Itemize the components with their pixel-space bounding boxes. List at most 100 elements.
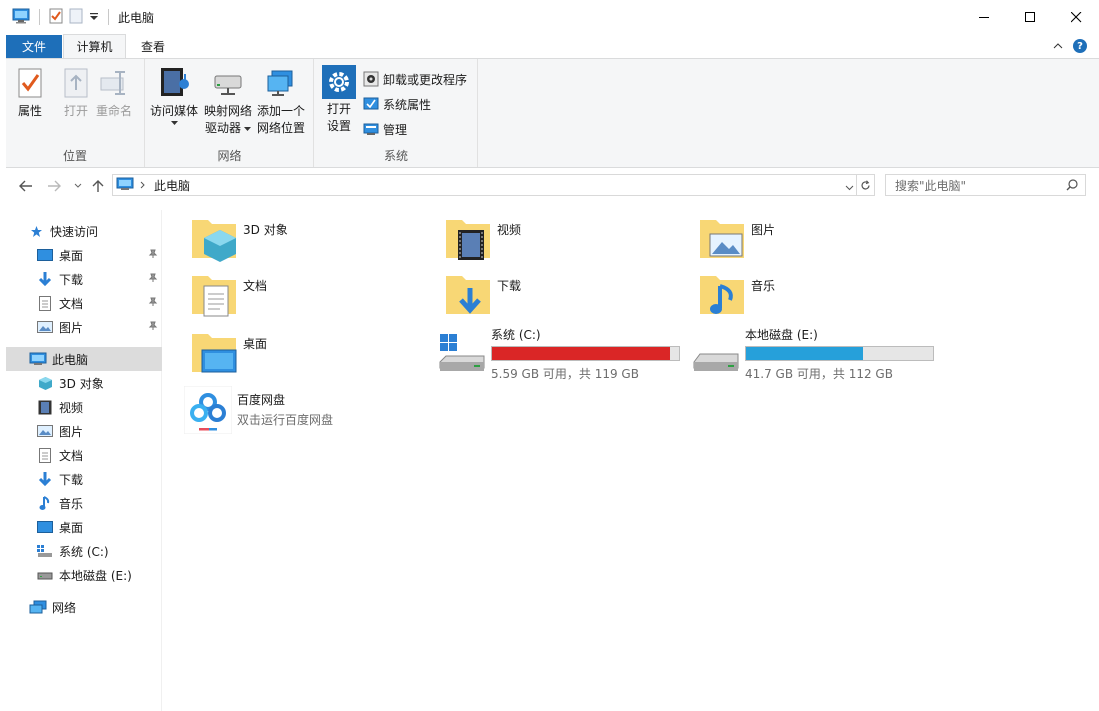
pin-icon[interactable] bbox=[148, 272, 158, 286]
properties-quick-icon[interactable] bbox=[49, 8, 63, 27]
sidebar-item-label: 此电脑 bbox=[52, 352, 89, 367]
tab-view[interactable]: 查看 bbox=[130, 35, 176, 58]
download-arrow-icon bbox=[37, 471, 53, 487]
document-icon bbox=[37, 447, 53, 463]
location-group-label: 位置 bbox=[62, 149, 87, 163]
pin-icon[interactable] bbox=[148, 296, 158, 310]
sidebar-item-label: 文档 bbox=[59, 448, 84, 463]
window-title: 此电脑 bbox=[118, 10, 155, 25]
folder-tile-music[interactable]: 音乐 bbox=[698, 270, 775, 318]
sidebar-item-quick-documents[interactable]: 文档 bbox=[6, 291, 162, 315]
tab-file[interactable]: 文件 bbox=[6, 35, 62, 58]
sidebar-item-label: 文档 bbox=[59, 296, 84, 311]
system-properties-label: 系统属性 bbox=[383, 97, 432, 112]
drive-tile-c[interactable]: 系统 (C:) 5.59 GB 可用，共 119 GB bbox=[438, 326, 680, 382]
sidebar-item-network[interactable]: 网络 bbox=[6, 595, 162, 619]
quick-access-toolbar bbox=[0, 0, 112, 34]
rename-button[interactable]: 重命名 bbox=[96, 65, 132, 120]
settings-gear-icon bbox=[322, 65, 356, 99]
maximize-icon[interactable] bbox=[1007, 0, 1053, 34]
address-bar[interactable]: 此电脑 bbox=[112, 174, 875, 196]
back-arrow-icon[interactable] bbox=[18, 178, 34, 194]
title-bar: 此电脑 bbox=[0, 0, 1099, 34]
minimize-icon[interactable] bbox=[961, 0, 1007, 34]
sidebar-item-pictures[interactable]: 图片 bbox=[6, 419, 162, 443]
pictures-icon bbox=[37, 319, 53, 335]
sidebar-item-3d-objects[interactable]: 3D 对象 bbox=[6, 371, 162, 395]
address-dropdown-icon[interactable] bbox=[845, 180, 854, 194]
folder-tile-3d-objects[interactable]: 3D 对象 bbox=[190, 214, 288, 262]
sidebar-item-drive-e[interactable]: 本地磁盘 (E:) bbox=[6, 563, 162, 587]
sidebar-item-label: 本地磁盘 (E:) bbox=[59, 568, 132, 583]
help-icon[interactable]: ? bbox=[1073, 39, 1087, 53]
downloads-folder-icon bbox=[446, 276, 490, 314]
search-input[interactable]: 搜索"此电脑" bbox=[885, 174, 1086, 196]
tab-computer[interactable]: 计算机 bbox=[63, 34, 126, 58]
system-properties-button[interactable]: 系统属性 bbox=[363, 94, 431, 114]
access-media-label: 访问媒体 bbox=[150, 104, 199, 118]
sidebar-item-quick-downloads[interactable]: 下载 bbox=[6, 267, 162, 291]
rename-label: 重命名 bbox=[96, 104, 133, 118]
rename-icon bbox=[96, 65, 132, 101]
properties-icon bbox=[12, 65, 48, 101]
sidebar-item-this-pc[interactable]: 此电脑 bbox=[6, 347, 162, 371]
drive-usage-fill bbox=[746, 347, 864, 360]
toolbar-separator bbox=[39, 9, 40, 25]
navigation-bar: 此电脑 搜索"此电脑" bbox=[0, 172, 1099, 200]
sidebar-item-quick-desktop[interactable]: 桌面 bbox=[6, 243, 162, 267]
add-network-location-button[interactable]: 添加一个 网络位置 bbox=[257, 65, 305, 137]
folder-label: 音乐 bbox=[751, 279, 776, 293]
sidebar-item-quick-pictures[interactable]: 图片 bbox=[6, 315, 162, 339]
sidebar-item-music[interactable]: 音乐 bbox=[6, 491, 162, 515]
search-icon[interactable] bbox=[1066, 179, 1078, 194]
forward-arrow-icon[interactable] bbox=[46, 178, 62, 194]
app-tile-baidu-netdisk[interactable]: 百度网盘 双击运行百度网盘 bbox=[184, 386, 333, 434]
folder-tile-downloads[interactable]: 下载 bbox=[444, 270, 521, 318]
system-group: 打开 设置 卸载或更改程序 系统属性 管理 系统 bbox=[315, 59, 478, 167]
3d-cube-icon bbox=[37, 375, 53, 391]
this-pc-icon bbox=[116, 177, 134, 194]
hard-drive-icon bbox=[693, 353, 739, 371]
up-arrow-icon[interactable] bbox=[90, 178, 106, 194]
sidebar-item-desktop[interactable]: 桌面 bbox=[6, 515, 162, 539]
pin-icon[interactable] bbox=[148, 248, 158, 262]
sidebar-item-quick-access[interactable]: 快速访问 bbox=[6, 219, 162, 243]
sidebar-item-label: 下载 bbox=[59, 472, 84, 487]
folder-tile-pictures[interactable]: 图片 bbox=[698, 214, 775, 262]
uninstall-programs-button[interactable]: 卸载或更改程序 bbox=[363, 69, 467, 89]
new-folder-quick-icon[interactable] bbox=[69, 8, 83, 27]
recent-locations-chevron-icon[interactable] bbox=[70, 178, 86, 194]
access-media-button[interactable]: 访问媒体 bbox=[150, 65, 198, 125]
sidebar-item-label: 图片 bbox=[59, 320, 84, 335]
breadcrumb-chevron-icon[interactable] bbox=[140, 178, 146, 192]
properties-button[interactable]: 属性 bbox=[12, 65, 48, 120]
close-icon[interactable] bbox=[1053, 0, 1099, 34]
open-settings-button[interactable]: 打开 设置 bbox=[322, 65, 356, 135]
manage-button[interactable]: 管理 bbox=[363, 119, 407, 139]
sidebar-item-videos[interactable]: 视频 bbox=[6, 395, 162, 419]
manage-icon bbox=[363, 123, 379, 135]
customize-toolbar-icon[interactable] bbox=[89, 10, 99, 24]
map-drive-label-1: 映射网络 bbox=[204, 104, 253, 118]
app-name: 百度网盘 bbox=[237, 393, 286, 407]
folder-tile-documents[interactable]: 文档 bbox=[190, 270, 267, 318]
dropdown-arrow-icon bbox=[170, 121, 178, 125]
sidebar-item-downloads[interactable]: 下载 bbox=[6, 467, 162, 491]
open-button[interactable]: 打开 bbox=[58, 65, 94, 120]
folder-label: 视频 bbox=[497, 223, 522, 237]
sidebar-item-drive-c[interactable]: 系统 (C:) bbox=[6, 539, 162, 563]
breadcrumb-this-pc[interactable]: 此电脑 bbox=[154, 177, 190, 194]
collapse-ribbon-icon[interactable] bbox=[1053, 39, 1063, 53]
folder-tile-videos[interactable]: 视频 bbox=[444, 214, 521, 262]
pin-icon[interactable] bbox=[148, 320, 158, 334]
folder-tile-desktop[interactable]: 桌面 bbox=[190, 328, 267, 376]
map-network-drive-button[interactable]: 映射网络 驱动器 bbox=[204, 65, 252, 137]
pictures-icon bbox=[37, 423, 53, 439]
drive-tile-e[interactable]: 本地磁盘 (E:) 41.7 GB 可用，共 112 GB bbox=[692, 326, 934, 382]
sidebar-item-label: 桌面 bbox=[59, 520, 84, 535]
ribbon-panel: 属性 打开 重命名 位置 访问媒体 映射网络 驱动器 添加一个 网络位置 网络 … bbox=[6, 58, 1099, 168]
open-icon bbox=[58, 65, 94, 101]
sidebar-item-documents[interactable]: 文档 bbox=[6, 443, 162, 467]
open-settings-label-1: 打开 bbox=[326, 102, 351, 116]
refresh-icon[interactable] bbox=[856, 175, 874, 195]
